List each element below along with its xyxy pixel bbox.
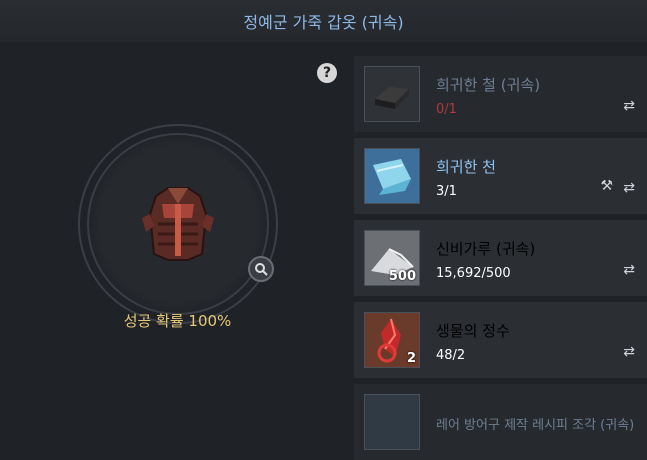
leather-armor-icon [142, 187, 214, 261]
material-name: 레어 방어구 제작 레시피 조각 (귀속) [436, 418, 635, 433]
iron-ingot-icon [364, 66, 420, 122]
zoom-button[interactable] [248, 256, 274, 282]
materials-list: 희귀한 철 (귀속) 0/1 ⇄ 희귀한 천 3/1 ⚒ ⇄ 500 신비가루 … [354, 56, 647, 460]
swap-icon[interactable]: ⇄ [623, 180, 635, 196]
material-slot[interactable]: 500 신비가루 (귀속) 15,692/500 ⇄ [354, 220, 647, 296]
material-count: 48/2 [436, 348, 466, 363]
window-title: 정예군 가죽 갑옷 (귀속) [243, 13, 404, 32]
essence-icon: 2 [364, 312, 420, 368]
swap-icon[interactable]: ⇄ [623, 98, 635, 114]
material-name: 생물의 정수 [436, 322, 510, 340]
craft-hammer-icon[interactable]: ⚒ [600, 178, 613, 194]
swap-icon[interactable]: ⇄ [623, 262, 635, 278]
material-name: 희귀한 철 (귀속) [436, 76, 541, 94]
recipe-icon [364, 394, 420, 450]
material-name: 희귀한 천 [436, 158, 496, 176]
item-preview-ring [78, 124, 278, 324]
item-quantity: 2 [406, 351, 416, 366]
success-rate: 성공 확률 100% [123, 312, 232, 330]
material-slot[interactable]: 희귀한 철 (귀속) 0/1 ⇄ [354, 56, 647, 132]
material-count: 15,692/500 [436, 266, 511, 281]
swap-icon[interactable]: ⇄ [623, 344, 635, 360]
magnifier-icon [255, 263, 268, 276]
material-slot[interactable]: 2 생물의 정수 48/2 ⇄ [354, 302, 647, 378]
fabric-icon [364, 148, 420, 204]
material-count: 3/1 [436, 184, 457, 199]
powder-icon: 500 [364, 230, 420, 286]
material-count: 0/1 [436, 102, 457, 117]
item-quantity: 500 [388, 269, 416, 284]
material-name: 신비가루 (귀속) [436, 240, 536, 258]
material-slot[interactable]: 레어 방어구 제작 레시피 조각 (귀속) [354, 384, 647, 460]
material-slot[interactable]: 희귀한 천 3/1 ⚒ ⇄ [354, 138, 647, 214]
help-button[interactable]: ? [317, 63, 337, 83]
window-title-bar: 정예군 가죽 갑옷 (귀속) [0, 0, 647, 42]
